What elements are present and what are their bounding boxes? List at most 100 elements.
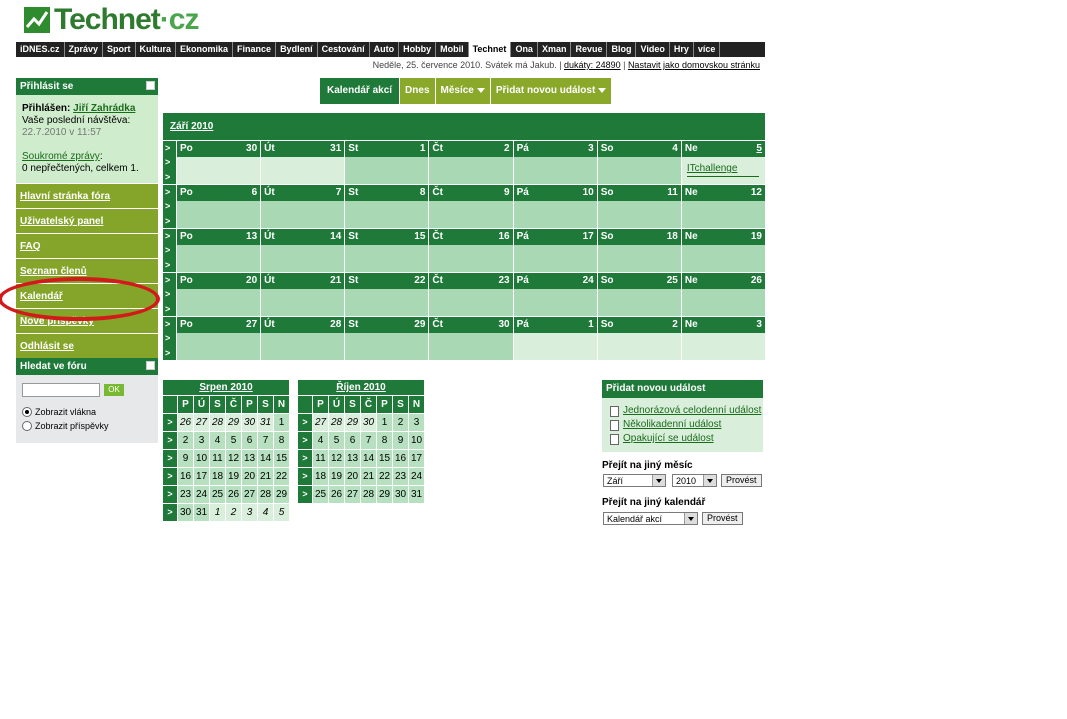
mini-day[interactable]: 20 bbox=[345, 468, 360, 485]
mini-day[interactable]: 28 bbox=[329, 414, 344, 431]
day-number[interactable]: 7 bbox=[336, 185, 342, 201]
nav-item[interactable]: Sport bbox=[103, 42, 136, 57]
mini-day[interactable]: 28 bbox=[258, 486, 273, 503]
day-cell[interactable]: Pá 1 bbox=[513, 317, 597, 360]
mini-month-link[interactable]: Srpen 2010 bbox=[199, 382, 252, 393]
arrow-icon[interactable]: > bbox=[165, 231, 176, 241]
day-number[interactable]: 31 bbox=[330, 141, 341, 157]
nav-item[interactable]: Technet bbox=[468, 42, 512, 57]
nav-item[interactable]: Hobby bbox=[399, 42, 437, 57]
day-cell[interactable]: Ne 3 bbox=[681, 317, 765, 360]
week-view-arrows[interactable]: > > > bbox=[163, 141, 176, 184]
day-number[interactable]: 3 bbox=[756, 317, 762, 333]
day-cell[interactable]: Pá 24 bbox=[513, 273, 597, 316]
arrow-icon[interactable]: > bbox=[165, 348, 176, 358]
mini-day[interactable]: 2 bbox=[226, 504, 241, 521]
mini-day[interactable]: 5 bbox=[274, 504, 289, 521]
search-ok-button[interactable]: OK bbox=[104, 384, 124, 396]
day-cell[interactable]: Ne 5 ITchallenge bbox=[681, 141, 765, 184]
mini-day[interactable]: 12 bbox=[329, 450, 344, 467]
collapse-icon[interactable] bbox=[146, 361, 155, 370]
day-number[interactable]: 5 bbox=[756, 141, 762, 157]
arrow-icon[interactable]: > bbox=[165, 304, 176, 314]
add-event-item[interactable]: Několikadenní událost bbox=[610, 418, 763, 432]
mini-day[interactable]: 25 bbox=[313, 486, 328, 503]
day-number[interactable]: 23 bbox=[498, 273, 509, 289]
day-cell[interactable]: Po 27 bbox=[177, 317, 261, 360]
mini-day[interactable]: 24 bbox=[409, 468, 424, 485]
mini-day[interactable]: 30 bbox=[242, 414, 257, 431]
collapse-icon[interactable] bbox=[146, 81, 155, 90]
mini-day[interactable]: 15 bbox=[377, 450, 392, 467]
day-cell[interactable]: Po 13 bbox=[177, 229, 261, 272]
day-cell[interactable]: St 29 bbox=[345, 317, 429, 360]
mini-day[interactable]: 28 bbox=[361, 486, 376, 503]
mini-day[interactable]: 4 bbox=[313, 432, 328, 449]
mini-day[interactable]: 31 bbox=[409, 486, 424, 503]
day-number[interactable]: 29 bbox=[414, 317, 425, 333]
day-number[interactable]: 17 bbox=[583, 229, 594, 245]
day-cell[interactable]: So 25 bbox=[597, 273, 681, 316]
mini-day[interactable]: 11 bbox=[313, 450, 328, 467]
day-number[interactable]: 30 bbox=[498, 317, 509, 333]
arrow-icon[interactable]: > bbox=[165, 275, 176, 285]
mini-day[interactable]: 25 bbox=[210, 486, 225, 503]
day-cell[interactable]: Čt 30 bbox=[429, 317, 513, 360]
day-cell[interactable]: Po 20 bbox=[177, 273, 261, 316]
nav-item[interactable]: Revue bbox=[571, 42, 608, 57]
week-arrow-icon[interactable]: > bbox=[163, 432, 177, 449]
week-arrow-icon[interactable]: > bbox=[163, 504, 177, 521]
week-arrow-icon[interactable]: > bbox=[163, 414, 177, 431]
nav-item[interactable]: Mobil bbox=[436, 42, 469, 57]
week-arrow-icon[interactable]: > bbox=[298, 432, 312, 449]
mini-day[interactable]: 13 bbox=[242, 450, 257, 467]
week-arrow-icon[interactable]: > bbox=[163, 486, 177, 503]
mini-day[interactable]: 1 bbox=[274, 414, 289, 431]
mini-day[interactable]: 18 bbox=[313, 468, 328, 485]
homepage-link[interactable]: Nastavit jako domovskou stránku bbox=[628, 60, 760, 70]
mini-day[interactable]: 10 bbox=[194, 450, 209, 467]
sidebar-link-label[interactable]: Hlavní stránka fóra bbox=[20, 191, 110, 202]
mini-day[interactable]: 21 bbox=[361, 468, 376, 485]
nav-item[interactable]: Hry bbox=[670, 42, 694, 57]
arrow-icon[interactable]: > bbox=[165, 187, 176, 197]
mini-day[interactable]: 1 bbox=[377, 414, 392, 431]
day-number[interactable]: 30 bbox=[246, 141, 257, 157]
mini-day[interactable]: 19 bbox=[329, 468, 344, 485]
month-title-link[interactable]: Září 2010 bbox=[170, 121, 213, 132]
week-arrow-icon[interactable]: > bbox=[163, 468, 177, 485]
day-cell[interactable]: Čt 2 bbox=[429, 141, 513, 184]
mini-day[interactable]: 14 bbox=[258, 450, 273, 467]
arrow-icon[interactable]: > bbox=[165, 333, 176, 343]
add-event-link[interactable]: Opakující se událost bbox=[623, 432, 714, 446]
day-number[interactable]: 6 bbox=[252, 185, 258, 201]
mini-day[interactable]: 11 bbox=[210, 450, 225, 467]
day-number[interactable]: 10 bbox=[583, 185, 594, 201]
sidebar-link-label[interactable]: FAQ bbox=[20, 241, 41, 252]
mini-day[interactable]: 19 bbox=[226, 468, 241, 485]
mini-day[interactable]: 17 bbox=[409, 450, 424, 467]
mini-day[interactable]: 1 bbox=[210, 504, 225, 521]
mini-day[interactable]: 10 bbox=[409, 432, 424, 449]
week-arrow-icon[interactable]: > bbox=[298, 486, 312, 503]
mini-day[interactable]: 23 bbox=[393, 468, 408, 485]
day-cell[interactable]: Čt 23 bbox=[429, 273, 513, 316]
mini-day[interactable]: 16 bbox=[393, 450, 408, 467]
year-select[interactable]: 2010 bbox=[672, 474, 717, 487]
arrow-icon[interactable]: > bbox=[165, 172, 176, 182]
day-number[interactable]: 9 bbox=[504, 185, 510, 201]
day-number[interactable]: 20 bbox=[246, 273, 257, 289]
go-month-button[interactable]: Provést bbox=[721, 474, 762, 487]
mini-day[interactable]: 30 bbox=[361, 414, 376, 431]
day-number[interactable]: 3 bbox=[588, 141, 594, 157]
mini-day[interactable]: 3 bbox=[409, 414, 424, 431]
mini-day[interactable]: 2 bbox=[178, 432, 193, 449]
mini-day[interactable]: 3 bbox=[242, 504, 257, 521]
day-number[interactable]: 11 bbox=[667, 185, 678, 201]
mini-day[interactable]: 9 bbox=[393, 432, 408, 449]
day-number[interactable]: 28 bbox=[330, 317, 341, 333]
mini-day[interactable]: 8 bbox=[377, 432, 392, 449]
nav-item[interactable]: Ona bbox=[511, 42, 538, 57]
arrow-icon[interactable]: > bbox=[165, 245, 176, 255]
sidebar-link[interactable]: Odhlásit se bbox=[16, 333, 158, 358]
